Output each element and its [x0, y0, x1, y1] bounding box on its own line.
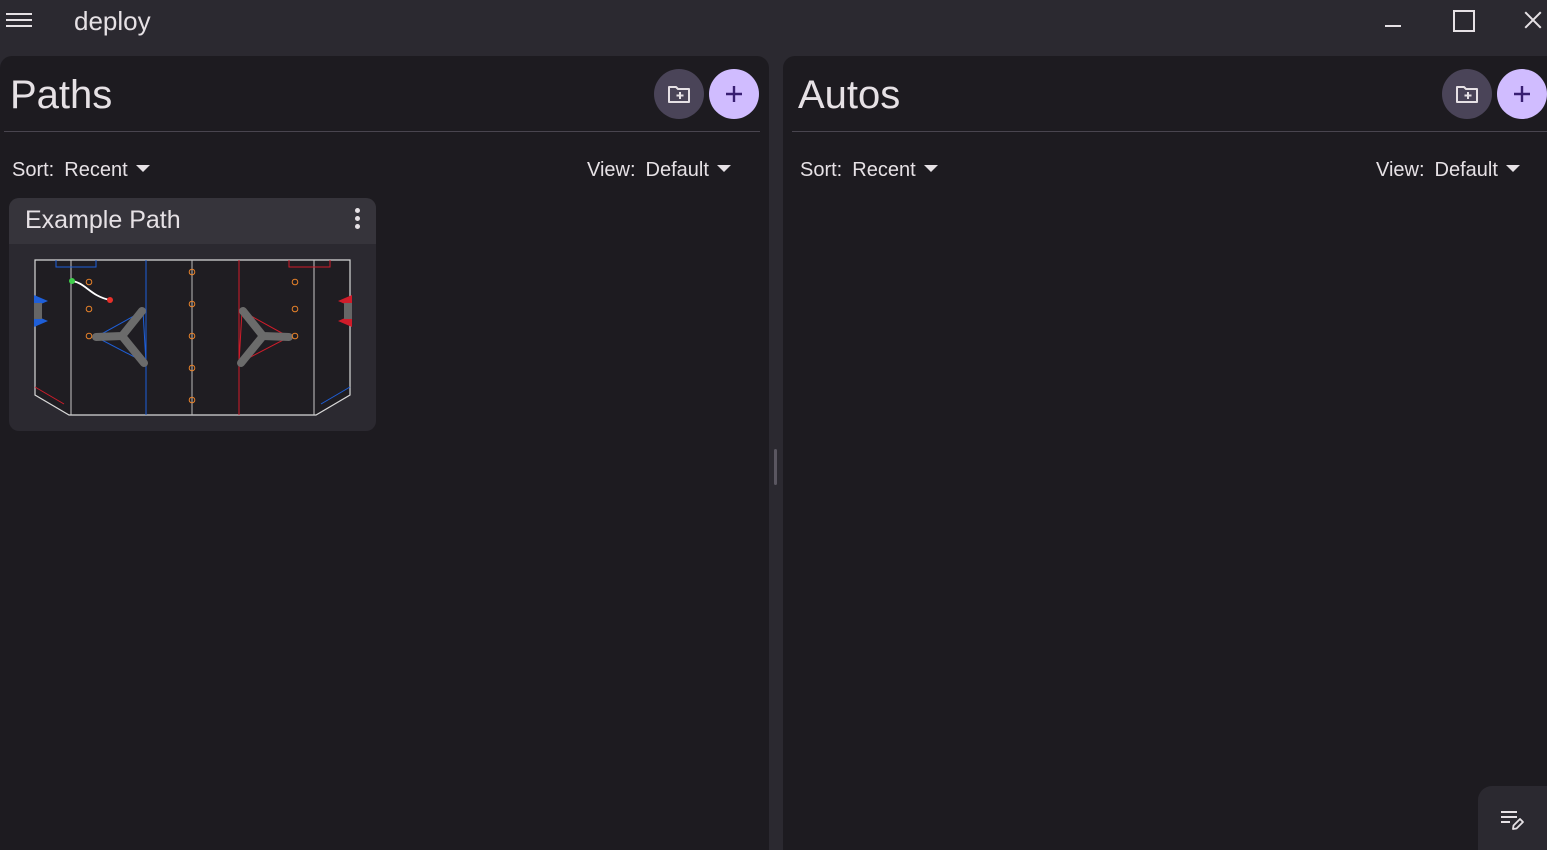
panel-resize-handle[interactable]: [774, 449, 777, 485]
divider: [792, 131, 1547, 132]
sort-value: Recent: [852, 159, 916, 181]
caret-down-icon: [1505, 165, 1520, 173]
sort-label: Sort:: [800, 159, 843, 181]
caret-down-icon: [716, 165, 731, 173]
view-control: View: Default: [1376, 157, 1520, 183]
close-icon[interactable]: [1513, 4, 1547, 40]
sort-control: Sort: Recent: [800, 157, 938, 183]
edit-note-icon: [1501, 811, 1524, 830]
field-preview-image: [34, 259, 352, 416]
folder-add-icon: [1456, 86, 1478, 103]
menu-icon[interactable]: [6, 10, 32, 30]
caret-down-icon: [135, 165, 150, 173]
add-auto-button[interactable]: [1497, 69, 1547, 119]
maximize-icon[interactable]: [1443, 4, 1483, 40]
path-card[interactable]: Example Path: [9, 198, 376, 431]
minimize-icon[interactable]: [1373, 4, 1413, 40]
sort-dropdown[interactable]: Recent: [852, 159, 938, 181]
card-header: Example Path: [9, 198, 376, 244]
folder-add-icon: [668, 86, 690, 103]
view-label: View:: [1376, 159, 1425, 181]
view-value: Default: [645, 159, 709, 181]
more-options-icon[interactable]: [350, 208, 364, 234]
view-dropdown[interactable]: Default: [1435, 159, 1520, 181]
plus-icon: [1514, 86, 1530, 102]
app-title: deploy: [74, 6, 151, 36]
new-folder-button[interactable]: [1442, 69, 1492, 119]
plus-icon: [726, 86, 742, 102]
autos-panel: Autos Sort: Recent View: Default: [783, 56, 1547, 850]
caret-down-icon: [923, 165, 938, 173]
autos-title: Autos: [798, 73, 901, 117]
view-value: Default: [1434, 159, 1498, 181]
path-name: Example Path: [25, 206, 181, 234]
sort-label: Sort:: [12, 159, 55, 181]
view-dropdown[interactable]: Default: [646, 159, 731, 181]
new-folder-button[interactable]: [654, 69, 704, 119]
view-label: View:: [587, 159, 636, 181]
sort-control: Sort: Recent: [12, 157, 150, 183]
divider: [4, 131, 760, 132]
edit-notes-button[interactable]: [1478, 786, 1547, 850]
paths-title: Paths: [10, 73, 113, 117]
add-path-button[interactable]: [709, 69, 759, 119]
paths-panel: Paths Sort: Recent View: Default Example P…: [0, 56, 769, 850]
sort-dropdown[interactable]: Recent: [64, 159, 150, 181]
sort-value: Recent: [64, 159, 128, 181]
title-bar: deploy: [0, 0, 1547, 46]
view-control: View: Default: [587, 157, 731, 183]
